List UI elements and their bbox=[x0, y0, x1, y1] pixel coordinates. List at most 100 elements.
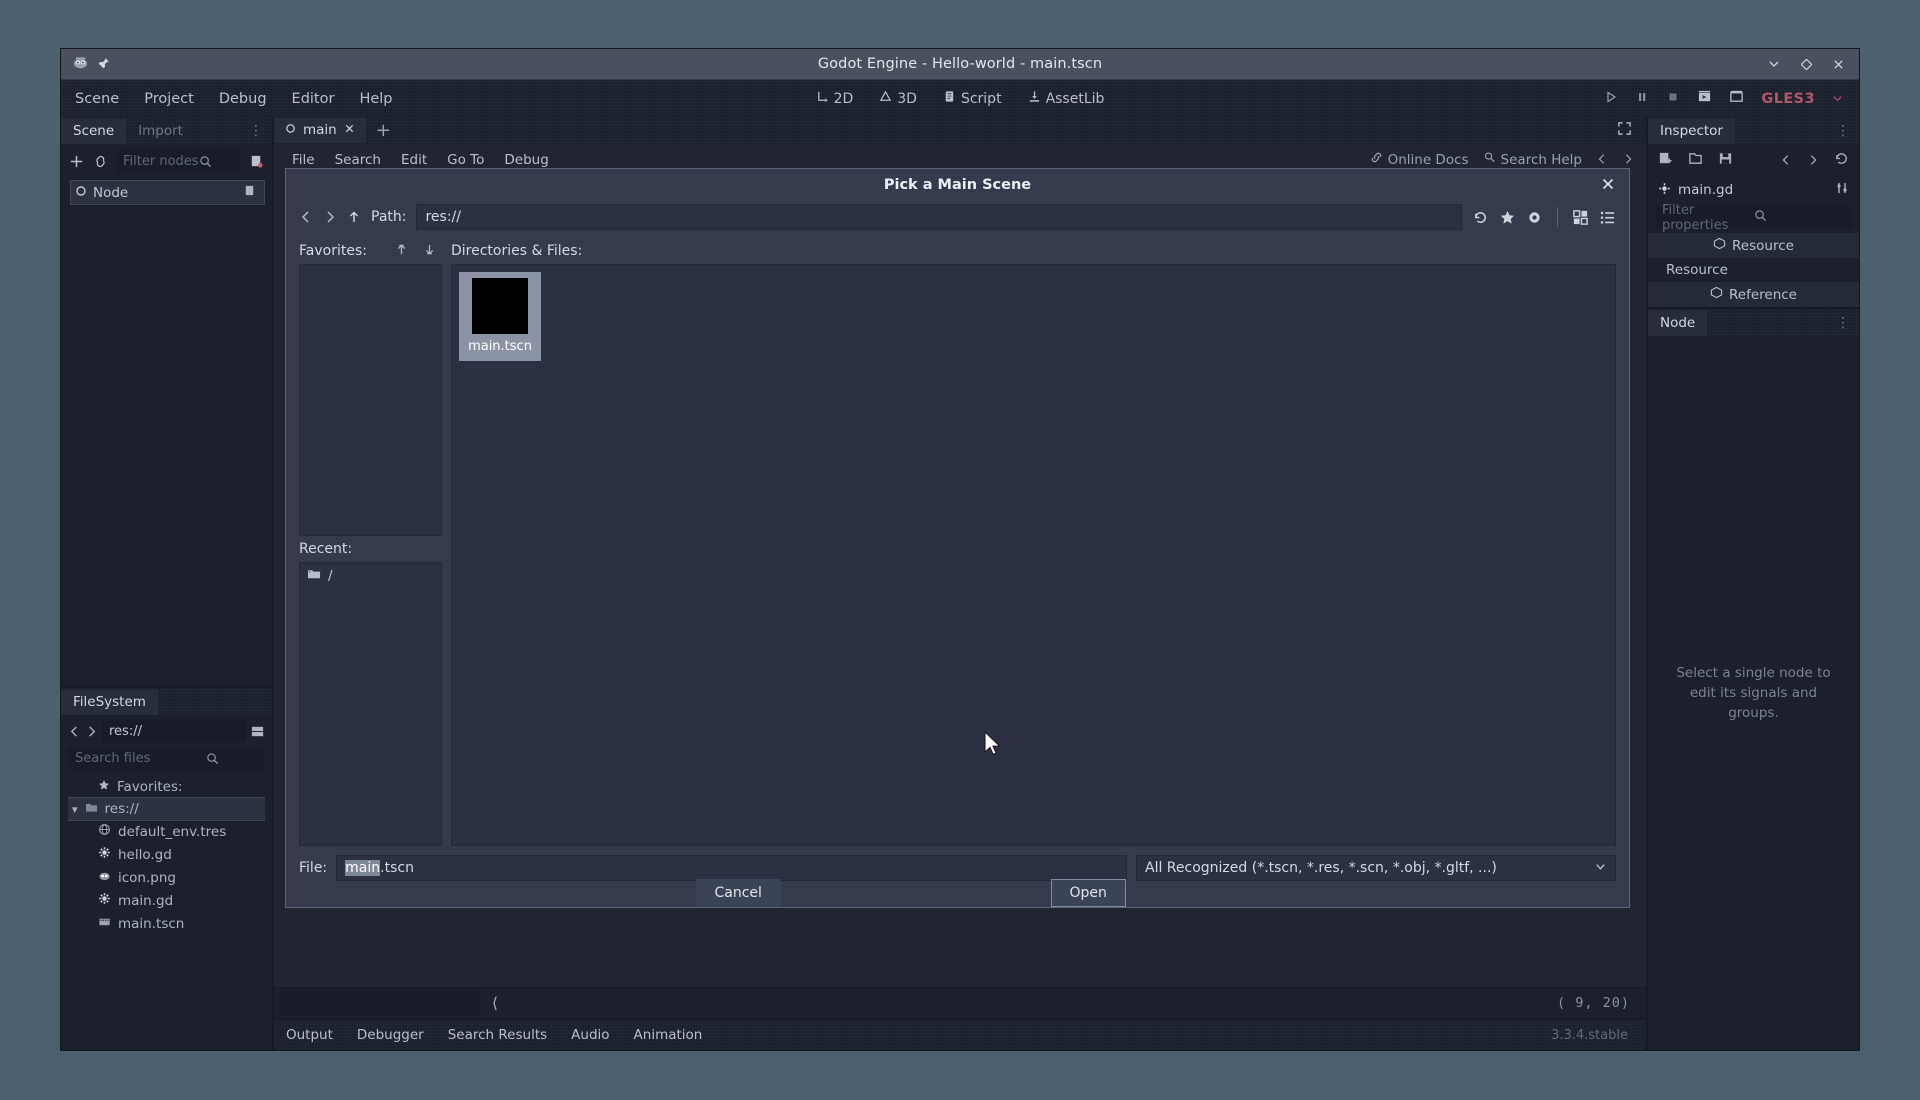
distraction-free-mode-icon[interactable] bbox=[1617, 121, 1646, 140]
node-dock-hint: Select a single node to edit its signals… bbox=[1676, 664, 1831, 722]
object-tools-icon[interactable] bbox=[1835, 181, 1849, 199]
mode-3d-button[interactable]: 3D bbox=[879, 90, 917, 107]
inspector-dock-menu-icon[interactable]: ⋮ bbox=[1828, 123, 1859, 144]
scene-tree-row-node[interactable]: Node bbox=[70, 180, 265, 205]
recent-list-item[interactable]: / bbox=[300, 563, 441, 589]
scene-dock-menu-icon[interactable]: ⋮ bbox=[241, 123, 272, 144]
filesystem-path-input[interactable]: res:// bbox=[102, 720, 246, 742]
arrow-up-icon[interactable] bbox=[395, 243, 408, 260]
mode-assetlib-button[interactable]: AssetLib bbox=[1028, 90, 1104, 107]
dialog-buttons-row: Cancel Open bbox=[286, 879, 1629, 907]
node-script-icon[interactable] bbox=[243, 184, 256, 201]
scene-tab-main[interactable]: main bbox=[274, 118, 366, 143]
menu-editor[interactable]: Editor bbox=[281, 87, 346, 111]
file-name-input[interactable]: main .tscn bbox=[336, 855, 1127, 881]
bottom-tab-debugger[interactable]: Debugger bbox=[345, 1023, 436, 1047]
play-custom-scene-icon[interactable] bbox=[1729, 89, 1744, 108]
arrow-up-icon[interactable] bbox=[347, 210, 361, 224]
close-icon[interactable] bbox=[344, 122, 355, 138]
create-script-icon[interactable] bbox=[249, 154, 264, 169]
favorites-list[interactable] bbox=[299, 264, 442, 536]
plus-icon[interactable] bbox=[69, 154, 84, 169]
chevron-down-icon[interactable]: ▾ bbox=[72, 803, 78, 816]
inspector-row-resource-header[interactable]: Resource bbox=[1648, 233, 1859, 258]
load-resource-icon[interactable] bbox=[1688, 151, 1703, 170]
list-view-icon[interactable] bbox=[1599, 209, 1616, 226]
chevron-right-icon[interactable] bbox=[85, 725, 98, 738]
tab-scene[interactable]: Scene bbox=[61, 119, 127, 144]
bottom-tab-animation[interactable]: Animation bbox=[622, 1023, 715, 1047]
filesystem-row-main-tscn[interactable]: main.tscn bbox=[68, 912, 265, 935]
file-filter-select[interactable]: All Recognized (*.tscn, *.res, *.scn, *.… bbox=[1136, 855, 1616, 881]
node-dock-menu-icon[interactable]: ⋮ bbox=[1828, 315, 1859, 336]
cancel-button[interactable]: Cancel bbox=[695, 879, 781, 907]
filesystem-row-hello-gd[interactable]: hello.gd bbox=[68, 843, 265, 866]
online-docs-button[interactable]: Online Docs bbox=[1370, 151, 1469, 168]
new-resource-icon[interactable] bbox=[1658, 151, 1673, 170]
filesystem-row-res[interactable]: ▾ res:// bbox=[68, 797, 265, 821]
close-icon[interactable] bbox=[1831, 57, 1845, 71]
grid-view-icon[interactable] bbox=[1572, 209, 1589, 226]
bottom-tab-output[interactable]: Output bbox=[274, 1023, 345, 1047]
mode-2d-label: 2D bbox=[833, 90, 854, 107]
history-back-icon[interactable] bbox=[1780, 151, 1792, 170]
play-icon[interactable] bbox=[1604, 89, 1618, 108]
menu-debug[interactable]: Debug bbox=[208, 87, 278, 111]
inspector-row-reference-header[interactable]: Reference bbox=[1648, 282, 1859, 307]
stop-icon[interactable] bbox=[1666, 89, 1680, 108]
path-input[interactable]: res:// bbox=[416, 204, 1462, 230]
menu-help[interactable]: Help bbox=[348, 87, 403, 111]
save-resource-icon[interactable] bbox=[1718, 151, 1733, 170]
history-chevron-left-icon[interactable] bbox=[1596, 150, 1608, 169]
tab-filesystem[interactable]: FileSystem bbox=[61, 690, 158, 715]
files-list[interactable]: main.tscn bbox=[451, 264, 1616, 846]
chevron-right-icon[interactable] bbox=[323, 210, 337, 224]
history-forward-icon[interactable] bbox=[1807, 151, 1819, 170]
file-item-main-tscn[interactable]: main.tscn bbox=[459, 272, 541, 361]
node-dock-tabs: Node ⋮ bbox=[1648, 309, 1859, 336]
menu-project[interactable]: Project bbox=[133, 87, 205, 111]
refresh-icon[interactable] bbox=[1472, 209, 1489, 226]
instance-child-scene-icon[interactable] bbox=[93, 154, 108, 169]
inspector-dock-tabs: Inspector ⋮ bbox=[1648, 117, 1859, 144]
search-help-button[interactable]: Search Help bbox=[1483, 151, 1582, 168]
filesystem-path-value: res:// bbox=[109, 723, 142, 739]
filesystem-row-favorites[interactable]: Favorites: bbox=[68, 776, 265, 798]
chevron-left-icon[interactable] bbox=[68, 725, 81, 738]
renderer-chevron-down-icon[interactable] bbox=[1832, 89, 1843, 108]
close-icon[interactable] bbox=[1601, 176, 1615, 195]
recent-list[interactable]: / bbox=[299, 562, 442, 846]
favorite-star-icon[interactable] bbox=[1499, 209, 1516, 226]
history-chevron-right-icon[interactable] bbox=[1622, 150, 1634, 169]
play-scene-icon[interactable] bbox=[1697, 89, 1712, 108]
chevron-left-icon[interactable] bbox=[299, 210, 313, 224]
filesystem-row-icon-png[interactable]: icon.png bbox=[68, 866, 265, 889]
scene-dock-tabs: Scene Import ⋮ bbox=[61, 117, 272, 144]
toggle-split-mode-icon[interactable] bbox=[250, 724, 265, 739]
filesystem-row-default-env[interactable]: default_env.tres bbox=[68, 820, 265, 843]
menu-scene[interactable]: Scene bbox=[64, 87, 130, 111]
filesystem-row-main-gd[interactable]: main.gd bbox=[68, 889, 265, 912]
inspector-row-resource[interactable]: Resource bbox=[1648, 258, 1859, 282]
add-scene-tab-icon[interactable]: + bbox=[366, 120, 401, 141]
bottom-tab-search-results[interactable]: Search Results bbox=[436, 1023, 559, 1047]
filter-nodes-input[interactable]: Filter nodes bbox=[117, 150, 240, 173]
bottom-tab-audio[interactable]: Audio bbox=[559, 1023, 621, 1047]
filesystem-search-input[interactable]: Search files bbox=[68, 747, 265, 770]
maximize-icon[interactable] bbox=[1799, 57, 1813, 71]
show-hidden-files-icon[interactable] bbox=[1526, 209, 1543, 226]
arrow-down-icon[interactable] bbox=[423, 243, 436, 260]
open-button[interactable]: Open bbox=[1050, 879, 1126, 907]
renderer-selector-label[interactable]: GLES3 bbox=[1761, 91, 1815, 107]
inspector-filter-input[interactable]: Filter properties bbox=[1655, 203, 1852, 233]
minimize-icon[interactable] bbox=[1767, 57, 1781, 71]
mode-2d-button[interactable]: 2D bbox=[816, 90, 854, 107]
pause-icon[interactable] bbox=[1635, 89, 1649, 108]
tab-node[interactable]: Node bbox=[1648, 311, 1708, 336]
history-icon[interactable] bbox=[1834, 151, 1849, 170]
tab-import[interactable]: Import bbox=[126, 119, 195, 144]
tab-inspector[interactable]: Inspector bbox=[1648, 119, 1735, 144]
pin-icon[interactable] bbox=[97, 55, 110, 74]
collapse-chevron-left-icon[interactable]: ⟨ bbox=[480, 994, 510, 1012]
mode-script-button[interactable]: Script bbox=[943, 90, 1002, 107]
